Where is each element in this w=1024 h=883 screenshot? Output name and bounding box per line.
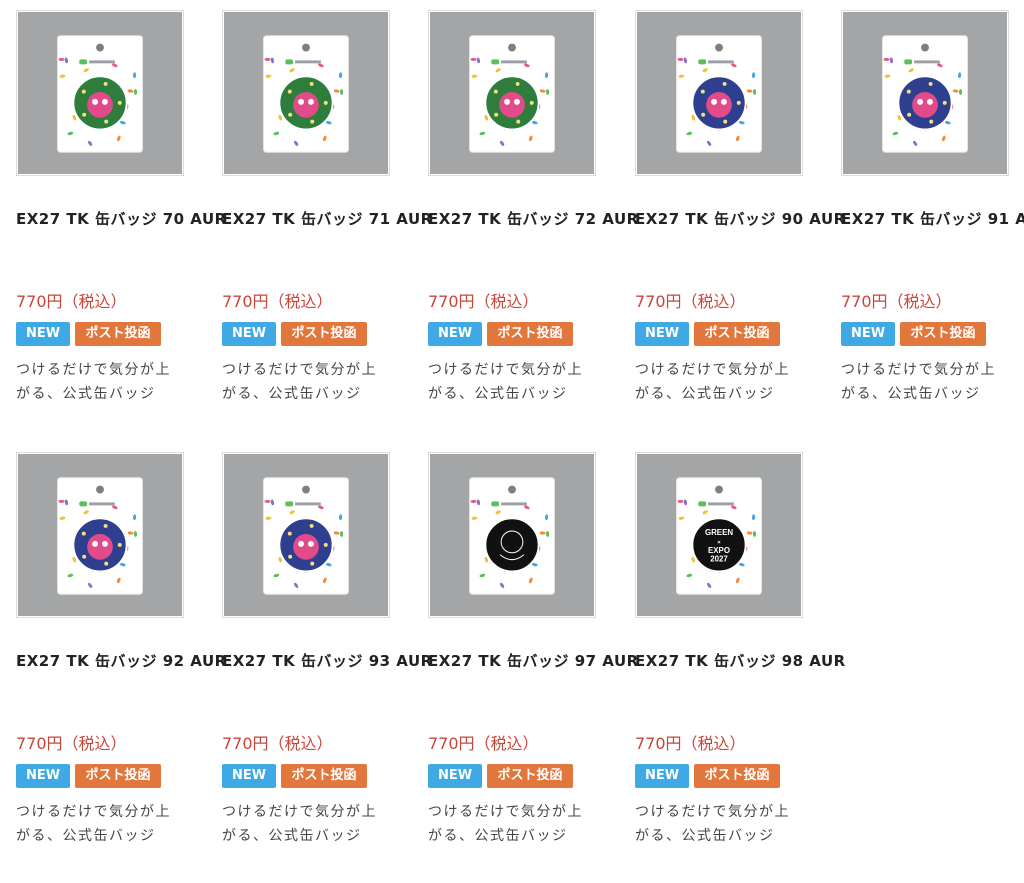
product-description: つけるだけで気分が上がる、公式缶バッジ <box>428 804 583 844</box>
product-description: つけるだけで気分が上がる、公式缶バッジ <box>222 804 377 844</box>
product-image-link[interactable]: GREEN × EXPO 2027 <box>635 452 803 618</box>
product-card: GREEN × EXPO 2027 EX27 TK 缶バッジ 98 AUR 770円（… <box>635 452 845 844</box>
new-badge: NEW <box>635 322 689 346</box>
product-title-link[interactable]: EX27 TK 缶バッジ 91 AUR <box>841 206 1024 232</box>
post-delivery-badge: ポスト投函 <box>281 322 367 346</box>
badge-package-illustration <box>430 12 594 174</box>
product-price: 770円（税込） <box>841 292 952 311</box>
new-badge: NEW <box>428 322 482 346</box>
product-image-link[interactable] <box>428 10 596 176</box>
product-photo <box>224 12 388 174</box>
product-badges: NEW ポスト投函 <box>635 764 780 788</box>
badge-package-illustration: GREEN×EXPO2027 <box>637 454 801 616</box>
svg-text:EXPO: EXPO <box>708 546 730 555</box>
post-delivery-badge: ポスト投函 <box>487 322 573 346</box>
new-badge: NEW <box>16 764 70 788</box>
product-title-link[interactable]: EX27 TK 缶バッジ 93 AUR <box>222 648 432 674</box>
product-photo <box>430 454 594 616</box>
product-badges: NEW ポスト投函 <box>16 322 161 346</box>
post-delivery-badge: ポスト投函 <box>487 764 573 788</box>
product-photo: GREEN × EXPO 2027 <box>637 454 801 616</box>
post-delivery-badge: ポスト投函 <box>281 764 367 788</box>
product-description: つけるだけで気分が上がる、公式缶バッジ <box>841 362 996 402</box>
product-title-link[interactable]: EX27 TK 缶バッジ 92 AUR <box>16 648 226 674</box>
post-delivery-badge: ポスト投函 <box>75 764 161 788</box>
product-image-link[interactable] <box>428 452 596 618</box>
product-description: つけるだけで気分が上がる、公式缶バッジ <box>222 362 377 402</box>
product-photo <box>18 454 182 616</box>
product-badges: NEW ポスト投函 <box>16 764 161 788</box>
svg-text:GREEN: GREEN <box>705 528 733 537</box>
product-title-link[interactable]: EX27 TK 缶バッジ 98 AUR <box>635 648 845 674</box>
product-card: EX27 TK 缶バッジ 71 AUR 770円（税込） NEW ポスト投函 つけ… <box>222 10 432 402</box>
product-badges: NEW ポスト投函 <box>222 322 367 346</box>
product-price: 770円（税込） <box>222 734 333 753</box>
product-title-link[interactable]: EX27 TK 缶バッジ 90 AUR <box>635 206 845 232</box>
product-image-link[interactable] <box>841 10 1009 176</box>
new-badge: NEW <box>222 322 276 346</box>
product-card: EX27 TK 缶バッジ 97 AUR 770円（税込） NEW ポスト投函 つけ… <box>428 452 638 844</box>
product-badges: NEW ポスト投函 <box>635 322 780 346</box>
badge-package-illustration <box>224 454 388 616</box>
product-description: つけるだけで気分が上がる、公式缶バッジ <box>16 804 171 844</box>
product-image-link[interactable] <box>222 10 390 176</box>
product-price: 770円（税込） <box>635 292 746 311</box>
product-title-link[interactable]: EX27 TK 缶バッジ 97 AUR <box>428 648 638 674</box>
product-card: EX27 TK 缶バッジ 93 AUR 770円（税込） NEW ポスト投函 つけ… <box>222 452 432 844</box>
new-badge: NEW <box>222 764 276 788</box>
product-card: EX27 TK 缶バッジ 91 AUR 770円（税込） NEWポスト投函 つけ… <box>841 10 1024 402</box>
product-title-link[interactable]: EX27 TK 缶バッジ 70 AUR <box>16 206 226 232</box>
post-delivery-badge: ポスト投函 <box>900 322 986 346</box>
product-badges: NEW ポスト投函 <box>222 764 367 788</box>
product-description: つけるだけで気分が上がる、公式缶バッジ <box>16 362 171 402</box>
badge-package-illustration <box>18 12 182 174</box>
post-delivery-badge: ポスト投函 <box>694 764 780 788</box>
new-badge: NEW <box>16 322 70 346</box>
badge-package-illustration <box>224 12 388 174</box>
product-image-link[interactable] <box>16 10 184 176</box>
product-title-link[interactable]: EX27 TK 缶バッジ 72 AUR <box>428 206 638 232</box>
product-photo <box>18 12 182 174</box>
product-badges: NEW ポスト投函 <box>841 322 986 346</box>
badge-package-illustration <box>430 454 594 616</box>
new-badge: NEW <box>841 322 895 346</box>
product-title-link[interactable]: EX27 TK 缶バッジ 71 AUR <box>222 206 432 232</box>
product-photo <box>430 12 594 174</box>
product-photo <box>843 12 1007 174</box>
product-image-link[interactable] <box>635 10 803 176</box>
product-description: つけるだけで気分が上がる、公式缶バッジ <box>428 362 583 402</box>
badge-package-illustration <box>18 454 182 616</box>
product-price: 770円（税込） <box>16 292 127 311</box>
product-price: 770円（税込） <box>428 292 539 311</box>
product-card: EX27 TK 缶バッジ 72 AUR 770円（税込） NEW ポスト投函 つけ… <box>428 10 638 402</box>
product-card: EX27 TK 缶バッジ 90 AUR 770円（税込） NEW ポスト投函 つけ… <box>635 10 845 402</box>
product-photo <box>224 454 388 616</box>
product-price: 770円（税込） <box>635 734 746 753</box>
product-description: つけるだけで気分が上がる、公式缶バッジ <box>635 362 790 402</box>
product-image-link[interactable] <box>16 452 184 618</box>
product-description: つけるだけで気分が上がる、公式缶バッジ <box>635 804 790 844</box>
svg-text:2027: 2027 <box>710 555 728 564</box>
new-badge: NEW <box>635 764 689 788</box>
product-price: 770円（税込） <box>222 292 333 311</box>
product-price: 770円（税込） <box>428 734 539 753</box>
post-delivery-badge: ポスト投函 <box>694 322 780 346</box>
product-photo <box>637 12 801 174</box>
product-price: 770円（税込） <box>16 734 127 753</box>
badge-package-illustration <box>637 12 801 174</box>
new-badge: NEW <box>428 764 482 788</box>
badge-package-illustration <box>843 12 1007 174</box>
product-image-link[interactable] <box>222 452 390 618</box>
product-card: EX27 TK 缶バッジ 92 AUR 770円（税込） NEW ポスト投函 つけ… <box>16 452 226 844</box>
post-delivery-badge: ポスト投函 <box>75 322 161 346</box>
product-grid: EX27 TK 缶バッジ 70 AUR 770円（税込） NEW ポスト投函 つけ… <box>0 0 1024 883</box>
product-card: EX27 TK 缶バッジ 70 AUR 770円（税込） NEW ポスト投函 つけ… <box>16 10 226 402</box>
product-badges: NEW ポスト投函 <box>428 764 573 788</box>
product-badges: NEW ポスト投函 <box>428 322 573 346</box>
